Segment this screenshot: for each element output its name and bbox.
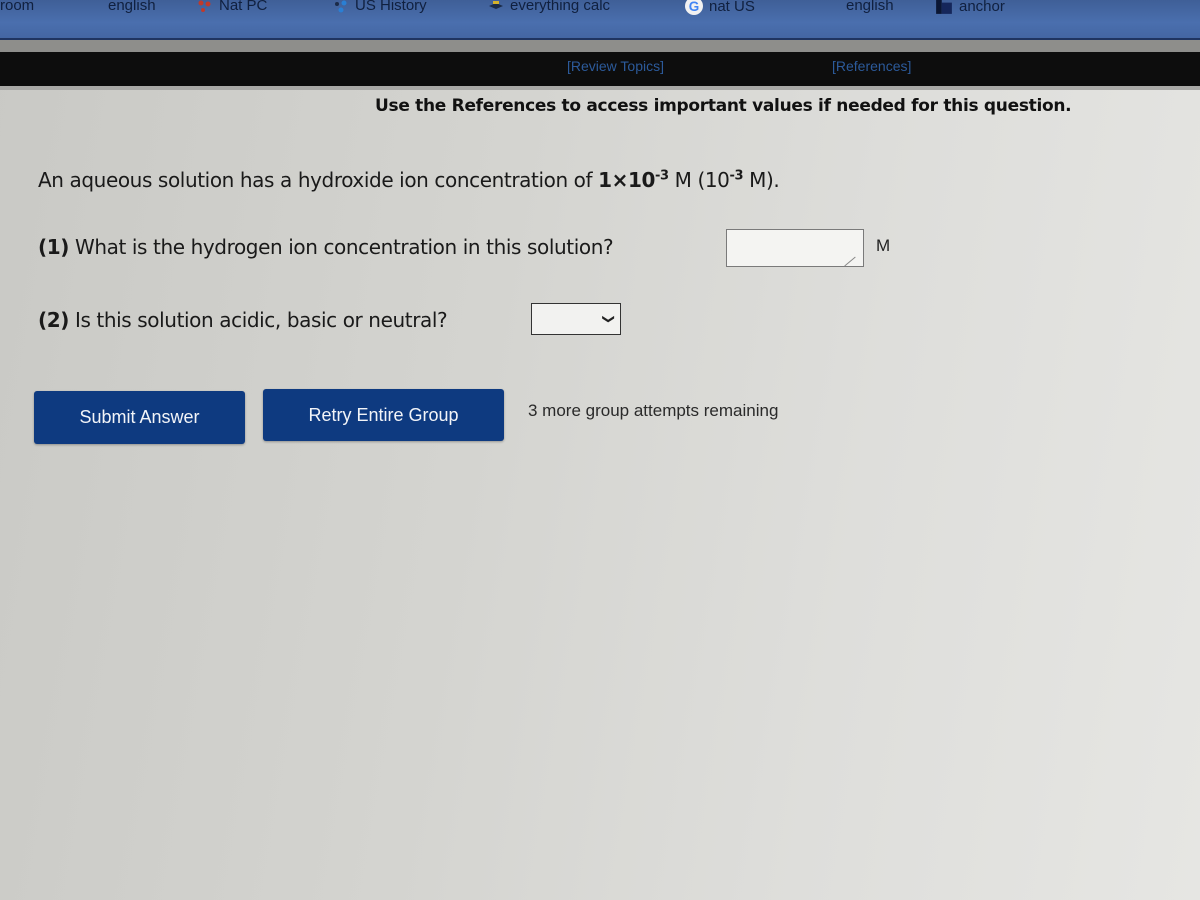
bookmark-label: room bbox=[0, 0, 35, 14]
alt-exponent: -3 bbox=[729, 168, 744, 184]
unit-label: M bbox=[876, 236, 891, 255]
concentration-exponent: -3 bbox=[655, 168, 669, 184]
attempts-remaining-text: 3 more group attempts remaining bbox=[528, 401, 779, 420]
resize-handle-icon bbox=[844, 256, 856, 267]
stem-text: An aqueous solution has a hydroxide ion … bbox=[38, 168, 599, 192]
bookmark-anchor[interactable]: anchor bbox=[935, 0, 1005, 15]
part-2-text: Is this solution acidic, basic or neutra… bbox=[69, 308, 448, 332]
question-part-1: (1) What is the hydrogen ion concentrati… bbox=[38, 235, 614, 259]
bookmark-label: nat US bbox=[709, 0, 755, 15]
divider bbox=[0, 86, 1200, 90]
bookmark-label: everything calc bbox=[510, 0, 611, 14]
question-stem: An aqueous solution has a hydroxide ion … bbox=[38, 168, 780, 192]
page-icon bbox=[936, 0, 952, 14]
part-1-text: What is the hydrogen ion concentration i… bbox=[69, 235, 614, 259]
instruction-text: Use the References to access important v… bbox=[375, 96, 1072, 116]
bookmark-room[interactable]: room bbox=[0, 0, 34, 14]
submit-answer-button[interactable]: Submit Answer bbox=[34, 391, 245, 444]
bookmark-english-2[interactable]: english bbox=[846, 0, 894, 14]
hydrogen-ion-input[interactable] bbox=[726, 229, 864, 267]
unit-text: M (10 bbox=[668, 168, 730, 192]
bookmark-label: english bbox=[108, 0, 156, 14]
review-topics-link[interactable]: [Review Topics] bbox=[567, 58, 664, 74]
question-part-2: (2) Is this solution acidic, basic or ne… bbox=[38, 308, 448, 332]
acidity-select[interactable]: ❯ bbox=[531, 303, 621, 335]
bookmark-label: Nat PC bbox=[219, 0, 268, 14]
references-link[interactable]: [References] bbox=[832, 58, 911, 74]
part-1-number: (1) bbox=[38, 235, 69, 259]
bookmark-label: US History bbox=[355, 0, 427, 14]
bookmark-us-history[interactable]: US History bbox=[333, 0, 427, 14]
chevron-down-icon: ❯ bbox=[601, 313, 616, 325]
part-2-number: (2) bbox=[38, 308, 69, 332]
colored-dots-icon bbox=[198, 0, 211, 12]
bookmark-nat-us[interactable]: G nat US bbox=[685, 0, 755, 15]
stem-suffix: M). bbox=[743, 168, 780, 192]
bookmark-everything-calc[interactable]: everything calc bbox=[488, 0, 610, 14]
colored-dots-icon bbox=[335, 0, 347, 12]
bookmark-nat-pc[interactable]: Nat PC bbox=[197, 0, 267, 14]
concentration-mantissa: 1×10 bbox=[598, 168, 656, 192]
retry-entire-group-button[interactable]: Retry Entire Group bbox=[263, 389, 504, 441]
toolbar-strip bbox=[0, 40, 1200, 52]
bookmark-label: anchor bbox=[959, 0, 1005, 15]
bird-icon bbox=[489, 0, 503, 9]
bookmarks-bar: room english Nat PC US History everythin… bbox=[0, 0, 1200, 40]
bookmark-english[interactable]: english bbox=[108, 0, 156, 14]
bookmark-label: english bbox=[846, 0, 894, 14]
svg-text:G: G bbox=[689, 0, 700, 14]
google-icon: G bbox=[685, 0, 703, 15]
